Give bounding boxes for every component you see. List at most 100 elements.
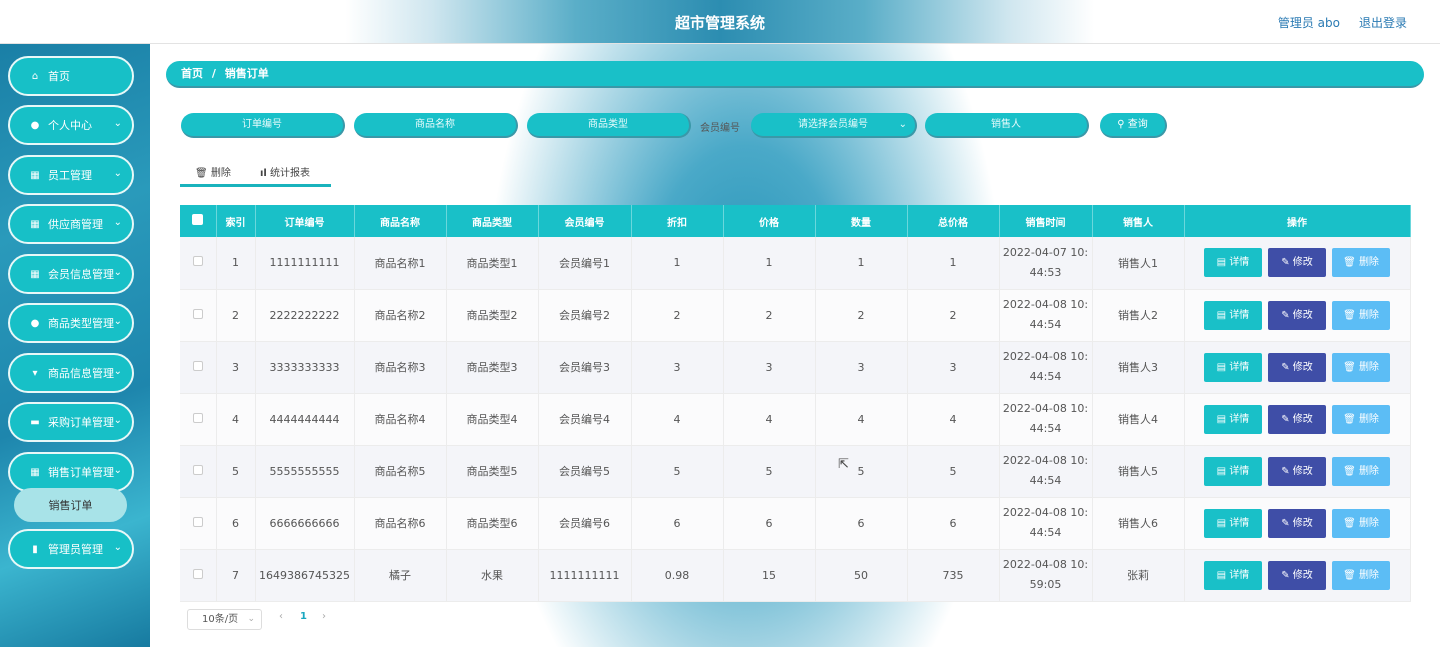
- breadcrumb-home[interactable]: 首页: [181, 67, 203, 80]
- sale-time-date: 2022-04-07 10:: [1002, 245, 1089, 259]
- table-cell: 50: [815, 549, 908, 602]
- table-cell: 6: [723, 497, 816, 550]
- sidebar-item-label: 采购订单管理: [48, 416, 114, 429]
- sale-time-date: 2022-04-08 10:: [1002, 454, 1089, 467]
- edit-button[interactable]: ✎ 修改: [1268, 456, 1326, 486]
- page-size-select[interactable]: 10条/页 ⌄: [187, 609, 262, 630]
- sidebar-item-3[interactable]: ▦ 供应商管理 ⌄: [8, 204, 134, 244]
- chart-icon: ▮: [32, 543, 38, 555]
- grid-icon: ▦: [30, 466, 40, 478]
- row-checkbox[interactable]: [180, 289, 217, 342]
- sidebar-item-9[interactable]: ▮ 管理员管理 ⌄: [8, 529, 134, 569]
- sale-time-cell: 2022-04-07 10: 44:53: [999, 237, 1093, 290]
- trash-icon: 🗑: [1343, 465, 1359, 477]
- sale-time-date: 2022-04-08 10:: [1002, 298, 1089, 311]
- select-all-checkbox[interactable]: [180, 205, 217, 237]
- delete-button[interactable]: 🗑 删除: [1332, 404, 1390, 434]
- sidebar-item-5[interactable]: ● 商品类型管理 ⌄: [8, 303, 134, 343]
- submenu-item-sales-order[interactable]: 销售订单: [14, 488, 127, 522]
- order-no-input[interactable]: 订单编号: [181, 113, 345, 138]
- delete-button-label: 删除: [1358, 413, 1379, 425]
- next-page-button[interactable]: ›: [322, 611, 326, 622]
- sidebar-item-7[interactable]: ▬ 采购订单管理 ⌄: [8, 402, 134, 442]
- table-cell: 商品类型5: [446, 445, 539, 498]
- edit-button[interactable]: ✎ 修改: [1268, 352, 1326, 382]
- sidebar-item-6[interactable]: ▾ 商品信息管理 ⌄: [8, 353, 134, 393]
- query-button[interactable]: ⚲ 查询: [1100, 113, 1167, 138]
- delete-button[interactable]: 🗑 删除: [1332, 508, 1390, 538]
- sale-time-date: 2022-04-08 10:: [1002, 506, 1089, 519]
- detail-button[interactable]: ▤ 详情: [1204, 300, 1262, 330]
- product-type-input[interactable]: 商品类型: [527, 113, 691, 138]
- chevron-down-icon: ⌄: [113, 118, 122, 129]
- sidebar-item-4[interactable]: ▦ 会员信息管理 ⌄: [8, 254, 134, 294]
- logout-link[interactable]: 退出登录: [1359, 14, 1407, 31]
- table-cell: 3: [815, 341, 908, 394]
- table-cell: 5: [907, 445, 1000, 498]
- edit-button[interactable]: ✎ 修改: [1268, 560, 1326, 590]
- sale-time-clock: 44:54: [1029, 474, 1062, 487]
- table-cell: 销售人1: [1092, 237, 1185, 290]
- row-checkbox[interactable]: [180, 549, 217, 602]
- edit-button[interactable]: ✎ 修改: [1268, 248, 1326, 278]
- sidebar-item-8[interactable]: ▦ 销售订单管理 ⌄: [8, 452, 134, 492]
- table-cell: 4: [216, 393, 256, 446]
- current-page[interactable]: 1: [300, 611, 307, 622]
- row-checkbox[interactable]: [180, 497, 217, 550]
- prev-page-button[interactable]: ‹: [279, 611, 283, 622]
- sale-time-cell: 2022-04-08 10: 44:54: [999, 445, 1093, 498]
- edit-button[interactable]: ✎ 修改: [1268, 300, 1326, 330]
- row-checkbox[interactable]: [180, 341, 217, 394]
- seller-input[interactable]: 销售人: [925, 113, 1089, 138]
- pencil-icon: ✎: [1281, 569, 1293, 581]
- chevron-down-icon: ⌄: [898, 119, 907, 130]
- sidebar-item-2[interactable]: ▦ 员工管理 ⌄: [8, 155, 134, 195]
- delete-button[interactable]: 🗑 删除: [1332, 560, 1390, 590]
- grid-icon: ▦: [30, 268, 40, 280]
- table-cell: 2: [907, 289, 1000, 342]
- bar-chart-icon: ıl: [260, 168, 267, 179]
- row-checkbox[interactable]: [180, 237, 217, 290]
- column-header: 销售人: [1092, 205, 1185, 237]
- table-cell: 2: [723, 289, 816, 342]
- sidebar-item-0[interactable]: ⌂ 首页: [8, 56, 134, 96]
- detail-button[interactable]: ▤ 详情: [1204, 248, 1262, 278]
- table-cell: 1: [815, 237, 908, 290]
- member-no-select[interactable]: 请选择会员编号 ⌄: [751, 113, 917, 138]
- actions-cell: ▤ 详情 ✎ 修改 🗑 删除: [1184, 289, 1411, 342]
- delete-button[interactable]: 🗑 删除: [1332, 352, 1390, 382]
- table-row: 2 2222222222 商品名称2 商品类型2 会员编号2 2 2 2 2 2022-04-08…: [180, 289, 1411, 342]
- row-checkbox[interactable]: [180, 445, 217, 498]
- actions-cell: ▤ 详情 ✎ 修改 🗑 删除: [1184, 497, 1411, 550]
- detail-button[interactable]: ▤ 详情: [1204, 352, 1262, 382]
- detail-button-label: 详情: [1229, 309, 1250, 321]
- chevron-down-icon: ⌄: [113, 168, 122, 179]
- detail-button[interactable]: ▤ 详情: [1204, 404, 1262, 434]
- chevron-down-icon: ⌄: [113, 465, 122, 476]
- chevron-down-icon: ⌄: [113, 366, 122, 377]
- batch-delete-button[interactable]: 🗑 删除: [195, 164, 231, 179]
- edit-button-label: 修改: [1292, 361, 1313, 373]
- sidebar-item-1[interactable]: ● 个人中心 ⌄: [8, 105, 134, 145]
- table-cell: 商品类型4: [446, 393, 539, 446]
- delete-button[interactable]: 🗑 删除: [1332, 456, 1390, 486]
- pencil-icon: ✎: [1281, 361, 1293, 373]
- detail-button[interactable]: ▤ 详情: [1204, 456, 1262, 486]
- row-checkbox[interactable]: [180, 393, 217, 446]
- sidebar-item-label: 管理员管理: [48, 543, 103, 556]
- detail-button[interactable]: ▤ 详情: [1204, 560, 1262, 590]
- table-cell: 4: [815, 393, 908, 446]
- delete-button[interactable]: 🗑 删除: [1332, 300, 1390, 330]
- pencil-icon: ✎: [1281, 309, 1293, 321]
- table-cell: 6: [216, 497, 256, 550]
- report-button[interactable]: ıl 统计报表: [260, 164, 310, 179]
- product-name-input[interactable]: 商品名称: [354, 113, 518, 138]
- delete-button[interactable]: 🗑 删除: [1332, 248, 1390, 278]
- edit-button[interactable]: ✎ 修改: [1268, 508, 1326, 538]
- top-bar: 超市管理系统 管理员 abo 退出登录: [0, 0, 1440, 44]
- breadcrumb-separator: /: [211, 67, 216, 80]
- member-no-select-value: 请选择会员编号: [798, 119, 868, 130]
- detail-button[interactable]: ▤ 详情: [1204, 508, 1262, 538]
- edit-button[interactable]: ✎ 修改: [1268, 404, 1326, 434]
- file-icon: ▤: [1216, 517, 1230, 529]
